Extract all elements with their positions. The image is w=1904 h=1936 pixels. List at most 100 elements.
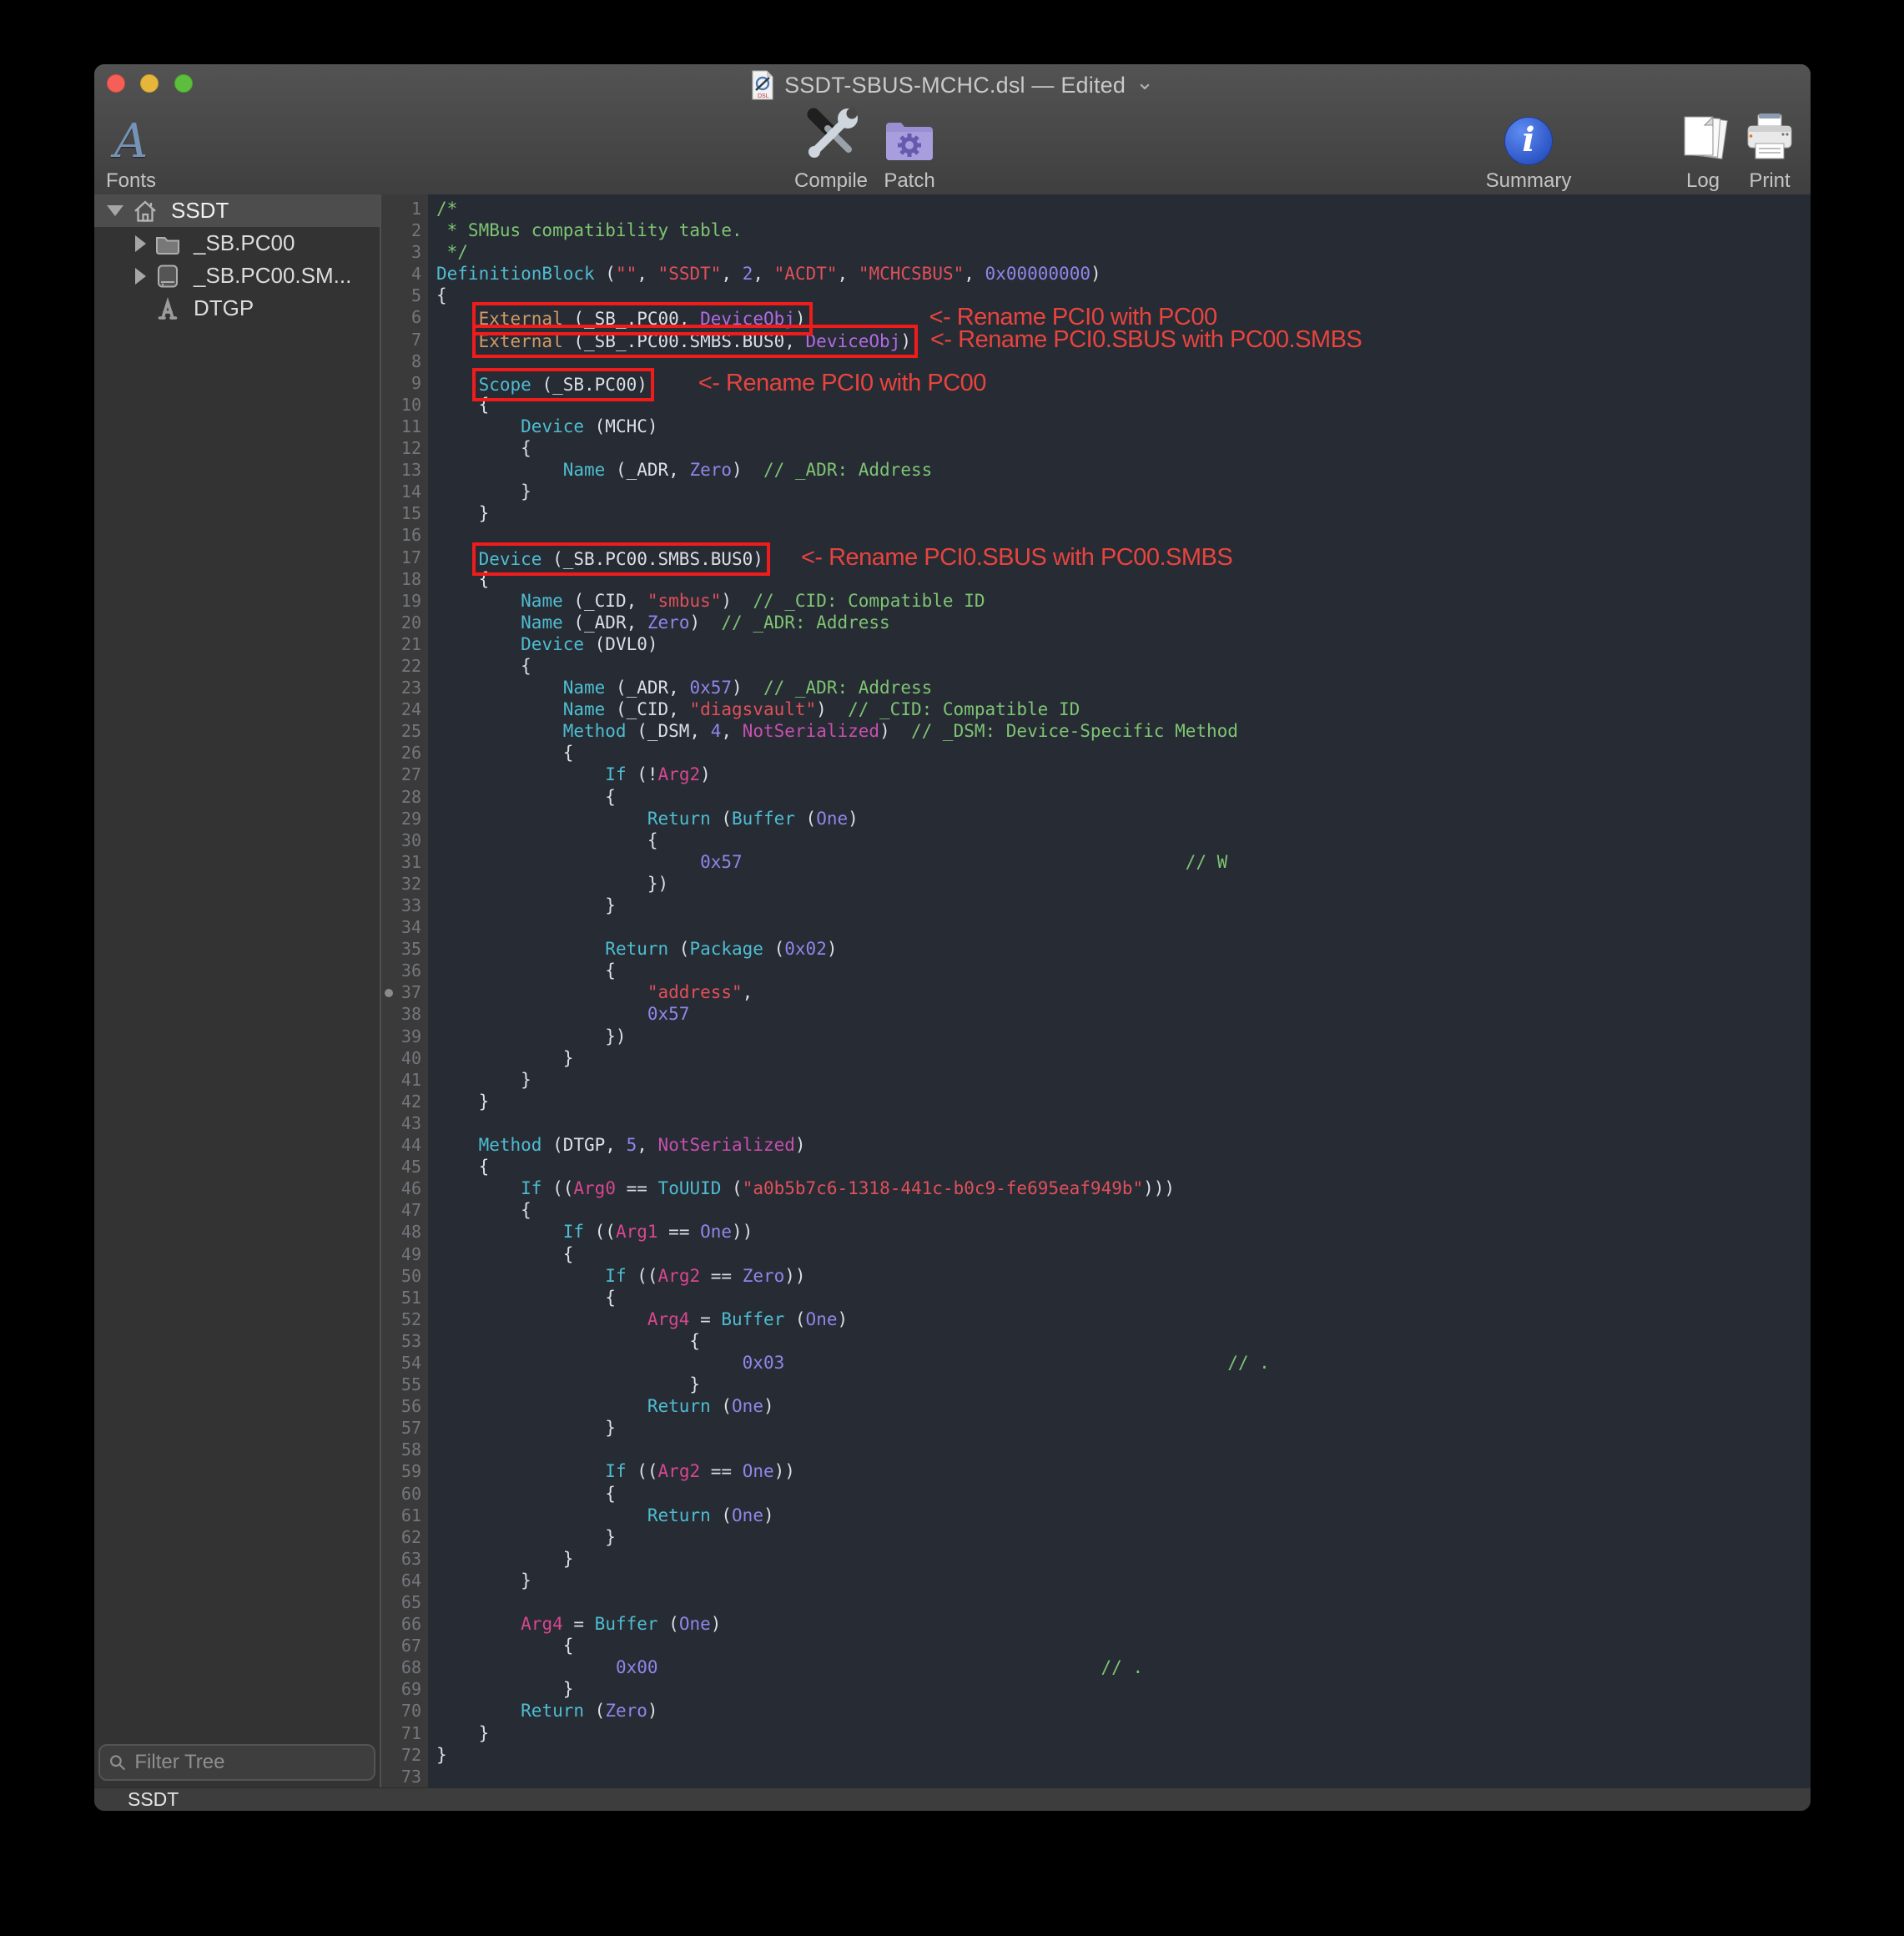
line-number: 27 — [381, 764, 428, 785]
line-number: 6 — [381, 306, 428, 328]
code-line-49: { — [436, 1243, 1811, 1265]
line-number: 39 — [381, 1026, 428, 1047]
tree-item-label: SSDT — [171, 198, 229, 224]
rename-highlight-box: External (_SB_.PC00.SMBS.BUS0, DeviceObj… — [479, 331, 911, 351]
code-line-67: { — [436, 1635, 1811, 1656]
line-number: 49 — [381, 1243, 428, 1265]
window-header: DSL SSDT-SBUS-MCHC.dsl — Edited ⌄ A Font… — [94, 64, 1811, 195]
tree-item-ssdt[interactable]: SSDT — [94, 194, 380, 227]
code-line-19: Name (_CID, "smbus") // _CID: Compatible… — [436, 590, 1811, 612]
rename-highlight-box: External (_SB_.PC00, DeviceObj) — [479, 309, 806, 329]
line-number: 54 — [381, 1352, 428, 1374]
tree-item-dtgp[interactable]: DTGP — [94, 292, 380, 325]
code-line-65 — [436, 1591, 1811, 1613]
line-number: 23 — [381, 677, 428, 698]
tree-item-label: _SB.PC00 — [194, 230, 295, 256]
code-line-26: { — [436, 742, 1811, 764]
line-number: 72 — [381, 1744, 428, 1766]
line-number: 50 — [381, 1265, 428, 1287]
tree-item--sb-pc00-sm-[interactable]: _SB.PC00.SM... — [94, 260, 380, 292]
log-button[interactable]: Log — [1674, 101, 1732, 193]
line-number: 62 — [381, 1526, 428, 1548]
line-number: 73 — [381, 1766, 428, 1787]
line-number: 31 — [381, 851, 428, 873]
patch-button[interactable]: Patch — [868, 101, 951, 193]
code-line-17: Device (_SB.PC00.SMBS.BUS0)<- Rename PCI… — [436, 547, 1811, 568]
line-number: 9 — [381, 372, 428, 394]
print-button[interactable]: Print — [1732, 101, 1807, 193]
code-line-53: { — [436, 1330, 1811, 1352]
line-number: 56 — [381, 1395, 428, 1417]
code-line-63: } — [436, 1548, 1811, 1570]
print-label: Print — [1749, 169, 1790, 193]
compile-button[interactable]: Compile — [785, 101, 877, 193]
line-number: 32 — [381, 873, 428, 895]
code-line-61: Return (One) — [436, 1505, 1811, 1526]
line-number: 11 — [381, 416, 428, 437]
code-line-11: Device (MCHC) — [436, 416, 1811, 437]
window-title: SSDT-SBUS-MCHC.dsl — Edited — [784, 73, 1126, 98]
summary-button[interactable]: i Summary — [1478, 101, 1579, 193]
code-line-72: } — [436, 1744, 1811, 1766]
line-number: 4 — [381, 263, 428, 285]
code-editor[interactable]: /* * SMBus compatibility table. */Defini… — [428, 194, 1811, 1788]
line-number: 55 — [381, 1374, 428, 1395]
line-number: 65 — [381, 1591, 428, 1613]
line-number: 8 — [381, 350, 428, 372]
line-number: 44 — [381, 1134, 428, 1156]
line-number: 38 — [381, 1003, 428, 1025]
line-number: 64 — [381, 1570, 428, 1591]
line-number: 40 — [381, 1047, 428, 1069]
tree-items: SSDT _SB.PC00 _SB.PC00.SM...DTGP — [94, 194, 380, 325]
line-number: 12 — [381, 437, 428, 459]
code-line-22: { — [436, 655, 1811, 677]
code-line-45: { — [436, 1156, 1811, 1177]
code-line-29: Return (Buffer (One) — [436, 808, 1811, 829]
line-number: 24 — [381, 698, 428, 720]
code-line-25: Method (_DSM, 4, NotSerialized) // _DSM:… — [436, 720, 1811, 742]
line-number: 36 — [381, 960, 428, 981]
line-number: 68 — [381, 1656, 428, 1678]
line-number: 42 — [381, 1091, 428, 1112]
print-icon — [1743, 113, 1796, 165]
line-number: 3 — [381, 241, 428, 263]
code-line-16 — [436, 524, 1811, 546]
code-line-44: Method (DTGP, 5, NotSerialized) — [436, 1134, 1811, 1156]
line-marker-dot — [385, 989, 393, 997]
document-icon: DSL — [751, 70, 774, 100]
log-icon — [1676, 113, 1730, 165]
line-number: 48 — [381, 1221, 428, 1243]
line-number: 15 — [381, 502, 428, 524]
title-chevron-icon[interactable]: ⌄ — [1136, 78, 1154, 86]
patch-icon — [882, 118, 937, 165]
line-number: 60 — [381, 1483, 428, 1505]
line-number: 21 — [381, 633, 428, 655]
line-number: 37 — [381, 981, 428, 1003]
line-number-gutter: 1234567891011121314151617181920212223242… — [381, 194, 428, 1788]
line-number: 51 — [381, 1287, 428, 1308]
code-line-62: } — [436, 1526, 1811, 1548]
disclosure-closed-icon[interactable] — [135, 235, 146, 252]
line-number: 17 — [381, 547, 428, 568]
code-line-8 — [436, 350, 1811, 372]
method-icon — [154, 295, 182, 322]
code-line-33: } — [436, 895, 1811, 916]
log-label: Log — [1686, 169, 1720, 193]
code-line-38: 0x57 — [436, 1003, 1811, 1025]
line-number: 45 — [381, 1156, 428, 1177]
fonts-label: Fonts — [106, 169, 156, 193]
code-line-54: 0x03 // . — [436, 1352, 1811, 1374]
line-number: 67 — [381, 1635, 428, 1656]
line-number: 13 — [381, 459, 428, 481]
patch-label: Patch — [884, 169, 934, 193]
tree-item--sb-pc00[interactable]: _SB.PC00 — [94, 227, 380, 260]
line-number: 34 — [381, 916, 428, 938]
disclosure-closed-icon[interactable] — [135, 268, 146, 285]
disclosure-open-icon[interactable] — [107, 205, 123, 216]
fonts-button[interactable]: A Fonts — [98, 101, 164, 193]
line-number: 28 — [381, 786, 428, 808]
filter-field[interactable] — [98, 1744, 375, 1781]
code-line-37: "address", — [436, 981, 1811, 1003]
filter-input[interactable] — [133, 1750, 365, 1775]
fonts-icon: A — [114, 118, 148, 165]
